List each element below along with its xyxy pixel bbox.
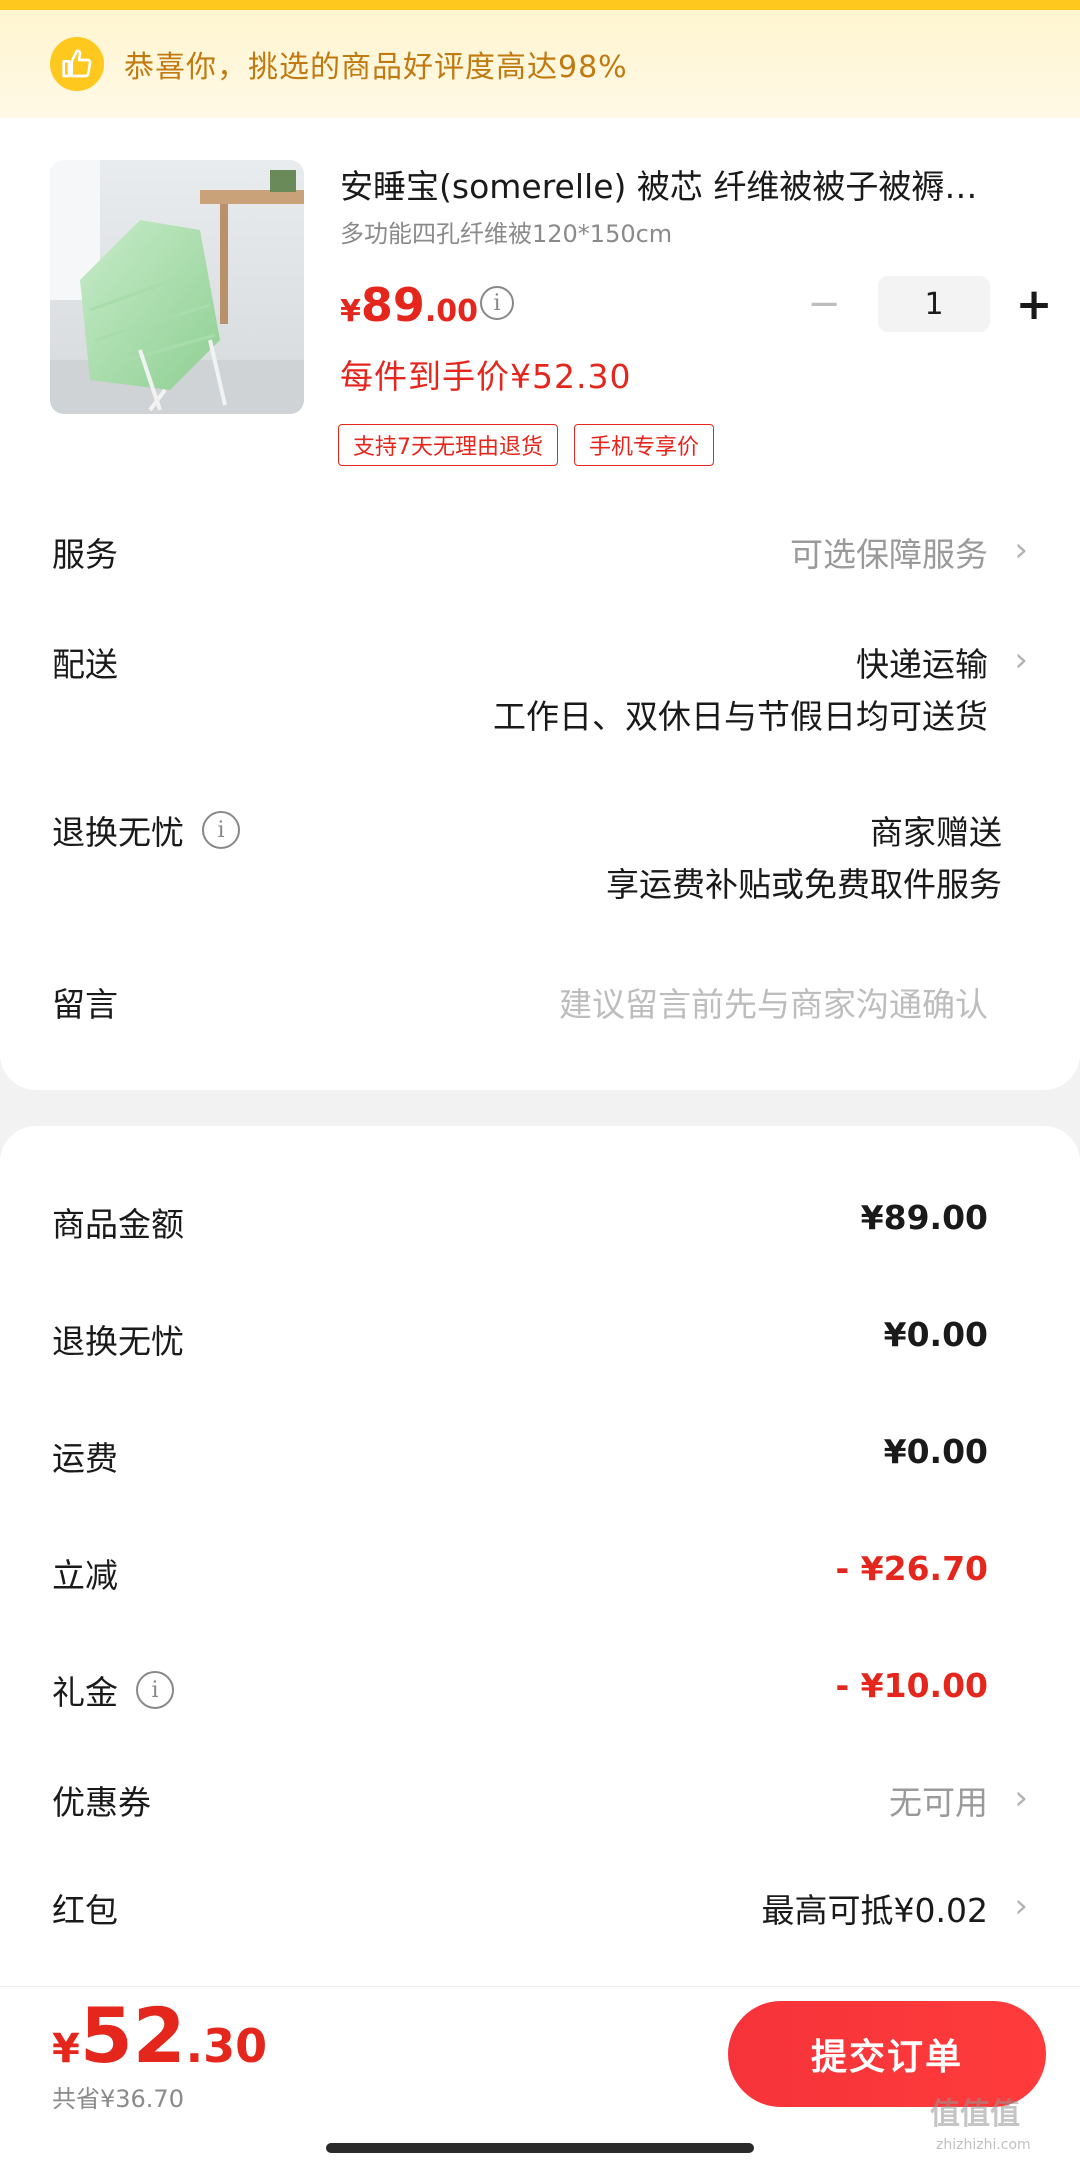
chevron-right-icon: › bbox=[1014, 530, 1028, 570]
quantity-input[interactable]: 1 bbox=[878, 276, 990, 332]
service-value: 可选保障服务 bbox=[790, 535, 988, 574]
quantity-stepper: − 1 + bbox=[800, 276, 1058, 332]
price-currency: ¥ bbox=[340, 294, 361, 329]
message-input[interactable]: 建议留言前先与商家沟通确认 bbox=[559, 978, 988, 1026]
total-saved: 共省¥36.70 bbox=[52, 2085, 184, 2113]
product-tags: 支持7天无理由退货 手机专享价 bbox=[338, 424, 715, 466]
home-indicator[interactable] bbox=[326, 2143, 754, 2153]
goods-amount-label: 商品金额 bbox=[52, 1205, 184, 1244]
site-watermark: 值值值 bbox=[930, 2097, 1020, 2132]
delivery-row[interactable]: 配送 快递运输 › 工作日、双休日与节假日均可送货 bbox=[52, 638, 1028, 748]
red-packet-label: 红包 bbox=[52, 1891, 118, 1930]
gift-info-icon[interactable]: i bbox=[136, 1671, 174, 1709]
coupon-value: 无可用 bbox=[889, 1783, 988, 1822]
total-integer: 52 bbox=[79, 1991, 186, 2080]
tag-7day-return: 支持7天无理由退货 bbox=[338, 424, 558, 466]
top-accent-bar bbox=[0, 0, 1080, 10]
return-service-row: 退换无忧 i 商家赠送 享运费补贴或免费取件服务 bbox=[52, 806, 1028, 916]
increase-quantity-button[interactable]: + bbox=[1010, 279, 1058, 330]
praise-banner: 恭喜你，挑选的商品好评度高达98% bbox=[0, 10, 1080, 118]
red-packet-row[interactable]: 红包 最高可抵¥0.02 › bbox=[52, 1884, 1028, 1940]
delivery-label: 配送 bbox=[52, 645, 118, 684]
banner-text: 恭喜你，挑选的商品好评度高达98% bbox=[124, 50, 628, 85]
service-row[interactable]: 服务 可选保障服务 › bbox=[52, 528, 1028, 588]
return-service-value: 商家赠送 bbox=[870, 813, 1002, 852]
tag-mobile-price: 手机专享价 bbox=[574, 424, 715, 466]
instant-discount-value: - ¥26.70 bbox=[835, 1549, 988, 1588]
decrease-quantity-button[interactable]: − bbox=[800, 280, 848, 328]
product-card: 安睡宝(somerelle) 被芯 纤维被被子被褥… 多功能四孔纤维被120*1… bbox=[0, 118, 1080, 1090]
price-summary-card: 商品金额 ¥89.00 退换无忧 ¥0.00 运费 ¥0.00 立减 - ¥26… bbox=[0, 1126, 1080, 1986]
coupon-row[interactable]: 优惠券 无可用 › bbox=[52, 1776, 1028, 1832]
checkout-bar: ¥ 52 .30 共省¥36.70 提交订单 值值值 zhizhizhi.com bbox=[0, 1986, 1080, 2169]
product-thumbnail[interactable] bbox=[50, 160, 304, 414]
delivery-note: 工作日、双休日与节假日均可送货 bbox=[493, 697, 988, 736]
instant-discount-label: 立减 bbox=[52, 1556, 118, 1595]
coupon-label: 优惠券 bbox=[52, 1783, 151, 1822]
chevron-right-icon: › bbox=[1014, 1886, 1028, 1926]
return-service-label: 退换无忧 bbox=[52, 813, 184, 852]
return-service-note: 享运费补贴或免费取件服务 bbox=[606, 865, 1002, 904]
message-row: 留言 建议留言前先与商家沟通确认 bbox=[52, 978, 1028, 1038]
service-label: 服务 bbox=[52, 535, 118, 574]
price-decimal: .00 bbox=[424, 294, 479, 329]
product-price: ¥ 89 .00 bbox=[340, 278, 478, 332]
site-watermark-url: zhizhizhi.com bbox=[936, 2137, 1031, 2153]
product-spec: 多功能四孔纤维被120*150cm bbox=[340, 220, 673, 248]
order-total: ¥ 52 .30 bbox=[52, 1991, 267, 2080]
price-integer: 89 bbox=[360, 278, 425, 332]
shipping-value: ¥0.00 bbox=[883, 1432, 988, 1471]
chevron-right-icon: › bbox=[1014, 1778, 1028, 1818]
price-info-icon[interactable]: i bbox=[480, 286, 514, 320]
return-info-icon[interactable]: i bbox=[202, 811, 240, 849]
total-decimal: .30 bbox=[185, 2019, 268, 2073]
delivery-method: 快递运输 bbox=[856, 645, 988, 684]
shipping-label: 运费 bbox=[52, 1439, 118, 1478]
gift-money-label: 礼金 bbox=[52, 1673, 118, 1712]
final-unit-price: 每件到手价¥52.30 bbox=[340, 357, 632, 396]
return-fee-value: ¥0.00 bbox=[883, 1315, 988, 1354]
thumbs-up-icon bbox=[50, 37, 104, 91]
product-title[interactable]: 安睡宝(somerelle) 被芯 纤维被被子被褥… bbox=[340, 160, 1020, 208]
gift-money-value: - ¥10.00 bbox=[835, 1666, 988, 1705]
return-fee-label: 退换无忧 bbox=[52, 1322, 184, 1361]
red-packet-value: 最高可抵¥0.02 bbox=[761, 1891, 988, 1930]
message-label: 留言 bbox=[52, 985, 118, 1024]
total-currency: ¥ bbox=[52, 2026, 80, 2072]
chevron-right-icon: › bbox=[1014, 640, 1028, 680]
goods-amount-value: ¥89.00 bbox=[860, 1198, 988, 1237]
